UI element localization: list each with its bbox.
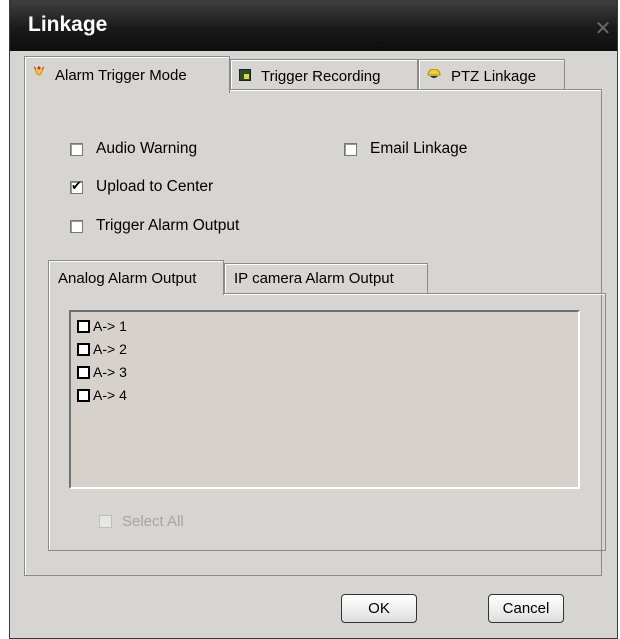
list-item[interactable]: A-> 4 bbox=[77, 387, 127, 403]
select-all-checkbox[interactable] bbox=[99, 515, 112, 528]
tab-label: Alarm Trigger Mode bbox=[55, 66, 187, 84]
audio-warning-label: Audio Warning bbox=[96, 140, 198, 157]
trigger-alarm-output-label: Trigger Alarm Output bbox=[96, 217, 240, 234]
tab-label: PTZ Linkage bbox=[451, 67, 537, 85]
alarm-output-checkbox[interactable] bbox=[77, 388, 90, 402]
upload-to-center-option[interactable]: Upload to Center bbox=[70, 178, 213, 196]
alarm-output-label: A-> 3 bbox=[93, 364, 127, 380]
cancel-button[interactable]: Cancel bbox=[488, 594, 564, 623]
tab-label: Trigger Recording bbox=[261, 67, 381, 85]
select-all-option[interactable]: Select All bbox=[99, 513, 184, 530]
ok-button[interactable]: OK bbox=[341, 594, 417, 623]
close-button[interactable]: ✕ bbox=[593, 19, 613, 39]
alarm-output-checkbox[interactable] bbox=[77, 365, 90, 379]
alarm-bell-icon bbox=[33, 66, 45, 84]
tab-trigger-recording[interactable]: Trigger Recording bbox=[230, 59, 418, 92]
tab-alarm-trigger-mode[interactable]: Alarm Trigger Mode bbox=[24, 56, 230, 93]
audio-warning-option[interactable]: Audio Warning bbox=[70, 140, 197, 158]
list-item[interactable]: A-> 1 bbox=[77, 318, 127, 334]
tab-ip-camera-alarm-output[interactable]: IP camera Alarm Output bbox=[224, 263, 428, 293]
tab-analog-alarm-output[interactable]: Analog Alarm Output bbox=[48, 260, 224, 295]
dialog-title: Linkage bbox=[28, 13, 108, 36]
linkage-dialog: Linkage ✕ Alarm Trigger Mode Trigger Rec… bbox=[9, 0, 618, 639]
ptz-dome-icon bbox=[427, 68, 441, 85]
alarm-output-label: A-> 2 bbox=[93, 341, 127, 357]
alarm-output-label: A-> 1 bbox=[93, 318, 127, 334]
alarm-output-checkbox[interactable] bbox=[77, 342, 90, 356]
recording-icon bbox=[239, 68, 251, 85]
title-bar[interactable]: Linkage ✕ bbox=[10, 1, 617, 51]
upload-to-center-label: Upload to Center bbox=[96, 178, 214, 195]
tab-label: Analog Alarm Output bbox=[58, 269, 197, 287]
email-linkage-checkbox[interactable] bbox=[344, 142, 357, 156]
alarm-output-list[interactable]: A-> 1 A-> 2 A-> 3 A-> 4 bbox=[69, 310, 580, 489]
list-item[interactable]: A-> 3 bbox=[77, 364, 127, 380]
tab-ptz-linkage[interactable]: PTZ Linkage bbox=[418, 59, 565, 92]
email-linkage-option[interactable]: Email Linkage bbox=[344, 140, 467, 158]
select-all-label: Select All bbox=[122, 513, 184, 530]
tab-label: IP camera Alarm Output bbox=[234, 270, 394, 287]
audio-warning-checkbox[interactable] bbox=[70, 142, 83, 156]
trigger-alarm-output-checkbox[interactable] bbox=[70, 219, 83, 233]
list-item[interactable]: A-> 2 bbox=[77, 341, 127, 357]
email-linkage-label: Email Linkage bbox=[370, 140, 468, 157]
alarm-output-checkbox[interactable] bbox=[77, 319, 90, 333]
trigger-alarm-output-option[interactable]: Trigger Alarm Output bbox=[70, 217, 239, 235]
upload-to-center-checkbox[interactable] bbox=[70, 178, 83, 194]
alarm-output-label: A-> 4 bbox=[93, 387, 127, 403]
